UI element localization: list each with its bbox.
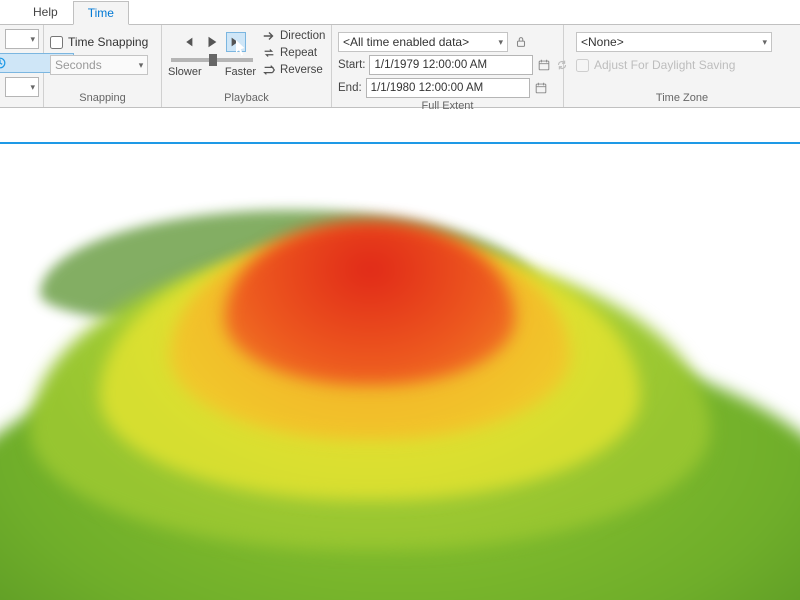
speed-faster-label: Faster [225, 66, 256, 78]
step-forward-button[interactable] [226, 32, 246, 52]
time-zone-select[interactable]: <None> ▾ [576, 32, 772, 52]
reverse-label: Reverse [280, 64, 323, 76]
group-full-extent: <All time enabled data> ▾ Start: [332, 25, 564, 107]
start-calendar-button[interactable] [537, 56, 551, 74]
time-snapping-checkbox[interactable]: Time Snapping [50, 35, 148, 49]
app-window: Help Time ▾ ▾ [0, 0, 800, 600]
group-snapping: Time Snapping Seconds ▾ Snapping [44, 25, 162, 107]
speed-slider-thumb[interactable] [209, 54, 217, 66]
ribbon-tabstrip: Help Time [0, 0, 800, 24]
chevron-down-icon: ▾ [139, 60, 144, 71]
reverse-icon [262, 63, 276, 77]
repeat-icon [262, 46, 276, 60]
group-label-full-extent: Full Extent [332, 98, 563, 115]
end-time-label: End: [338, 82, 362, 94]
group-label-cropped [0, 101, 43, 118]
play-button[interactable] [202, 32, 222, 52]
terrain-surface [0, 204, 800, 600]
ribbon: ▾ ▾ Time Snapping [0, 24, 800, 108]
cropped-select-bottom[interactable]: ▾ [5, 77, 39, 97]
group-label-playback: Playback [162, 90, 331, 107]
dst-checkbox-input [576, 59, 589, 72]
group-label-time-zone: Time Zone [564, 90, 800, 107]
lock-extent-button[interactable] [512, 33, 530, 51]
tab-time[interactable]: Time [73, 1, 129, 25]
scene-viewport[interactable] [0, 144, 800, 600]
repeat-label: Repeat [280, 47, 317, 59]
speed-slider[interactable] [171, 58, 253, 62]
group-playback: Slower Faster Direction [162, 25, 332, 107]
dst-checkbox: Adjust For Daylight Saving [576, 58, 772, 72]
calendar-icon [534, 81, 548, 95]
start-time-label: Start: [338, 59, 365, 71]
step-back-icon [181, 35, 195, 49]
group-cropped-left: ▾ ▾ [0, 25, 44, 107]
dst-label: Adjust For Daylight Saving [594, 58, 735, 72]
time-layer-select[interactable]: <All time enabled data> ▾ [338, 32, 508, 52]
cropped-select-top[interactable]: ▾ [5, 29, 39, 49]
end-calendar-button[interactable] [534, 79, 548, 97]
group-time-zone: <None> ▾ Adjust For Daylight Saving Time… [564, 25, 800, 107]
step-forward-icon [229, 35, 243, 49]
clock-icon [0, 56, 7, 70]
group-label-snapping: Snapping [44, 90, 161, 107]
arrow-right-icon [262, 29, 276, 43]
chevron-down-icon: ▾ [762, 37, 767, 48]
chevron-down-icon: ▾ [30, 82, 35, 93]
time-snapping-label: Time Snapping [68, 35, 148, 49]
lock-icon [514, 35, 528, 49]
play-icon [205, 35, 219, 49]
reverse-button[interactable]: Reverse [262, 63, 325, 77]
step-back-button[interactable] [178, 32, 198, 52]
end-time-input[interactable] [366, 78, 530, 98]
time-zone-value: <None> [581, 35, 624, 49]
repeat-button[interactable]: Repeat [262, 46, 325, 60]
tab-help[interactable]: Help [18, 0, 73, 24]
direction-label: Direction [280, 30, 325, 42]
chevron-down-icon: ▾ [498, 37, 503, 48]
time-layer-value: <All time enabled data> [343, 35, 469, 49]
speed-slower-label: Slower [168, 66, 202, 78]
direction-button[interactable]: Direction [262, 29, 325, 43]
time-snapping-checkbox-input[interactable] [50, 36, 63, 49]
snapping-unit-value: Seconds [55, 58, 102, 72]
start-time-input[interactable] [369, 55, 533, 75]
snapping-unit-select[interactable]: Seconds ▾ [50, 55, 148, 75]
calendar-icon [537, 58, 551, 72]
chevron-down-icon: ▾ [30, 34, 35, 45]
